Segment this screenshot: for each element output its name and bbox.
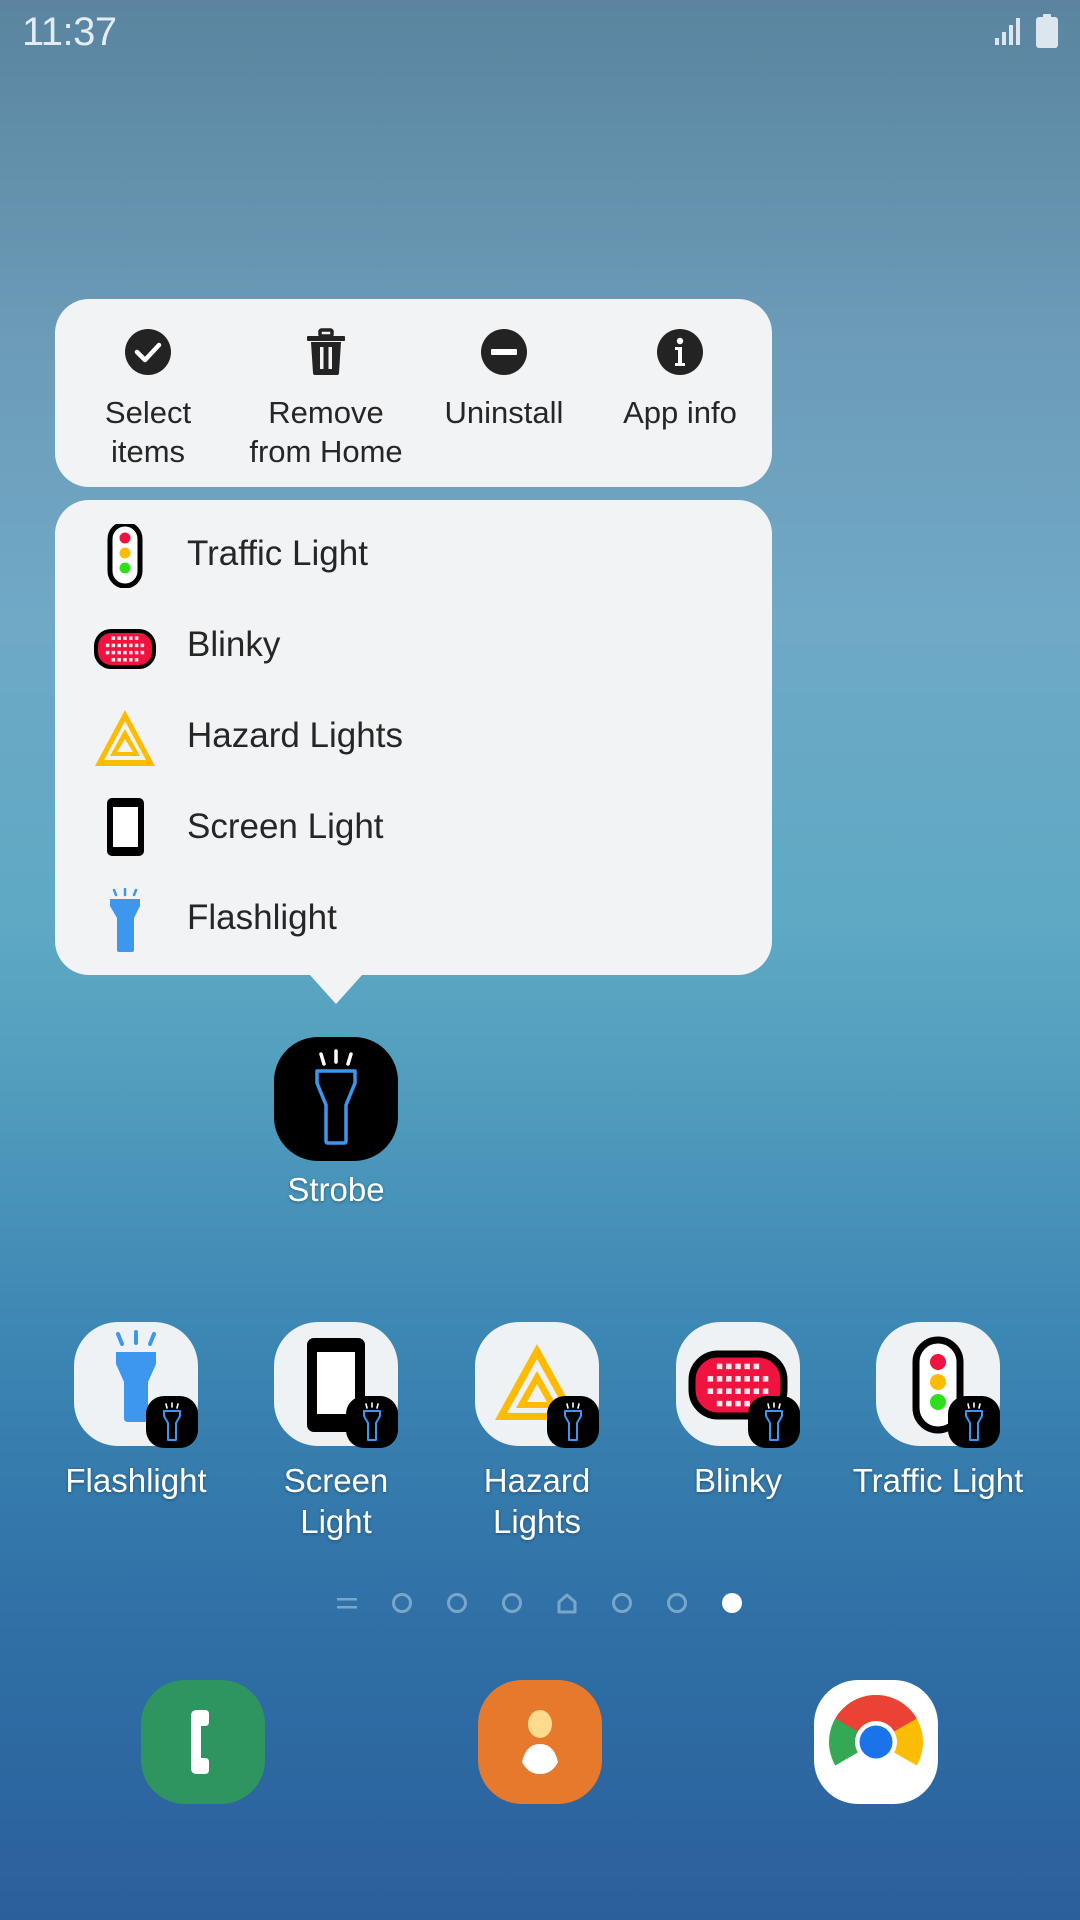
menu-pointer: [309, 974, 363, 1004]
flashlight-icon: [110, 888, 140, 952]
blinky-icon: [94, 629, 156, 669]
app-info-label: App info: [623, 395, 737, 430]
app-options-card: Select items Remove from Home Uninstall Ap…: [55, 299, 772, 487]
uninstall-button[interactable]: Uninstall: [419, 299, 589, 487]
shortcut-hazard-lights[interactable]: Hazard Lights: [55, 692, 772, 783]
page-dot-2[interactable]: [446, 1592, 468, 1614]
app-label: Screen: [283, 1462, 389, 1499]
strobe-flashlight-icon: [315, 1049, 357, 1145]
app-info-button[interactable]: App info: [595, 299, 765, 487]
select-items-label-2: items: [110, 434, 186, 469]
shortcut-label: Screen Light: [187, 807, 384, 846]
remove-from-home-button[interactable]: Remove from Home: [241, 299, 411, 487]
app-label: Blinky: [693, 1462, 783, 1499]
page-dot-current[interactable]: [721, 1592, 743, 1614]
app-label: Flashlight: [65, 1462, 207, 1499]
contact-person-icon: [522, 1710, 558, 1774]
remove-label-2: from Home: [249, 434, 403, 469]
remove-label-1: Remove: [268, 395, 384, 430]
strobe-badge-icon: [948, 1396, 1000, 1448]
page-dot-3[interactable]: [501, 1592, 523, 1614]
phone-handset-icon: [191, 1710, 209, 1774]
app-label-2: Lights: [492, 1503, 582, 1540]
dock-chrome[interactable]: [814, 1680, 938, 1804]
shortcut-label: Flashlight: [187, 898, 337, 937]
app-label: Hazard: [483, 1462, 591, 1499]
shortcut-traffic-light[interactable]: Traffic Light: [55, 510, 772, 601]
app-label: Traffic Light: [852, 1462, 1024, 1499]
shortcut-screen-light[interactable]: Screen Light: [55, 783, 772, 874]
page-dot-6[interactable]: [666, 1592, 688, 1614]
page-indicator: [0, 1588, 1080, 1620]
select-items-button[interactable]: Select items: [63, 299, 233, 487]
battery-full-icon: [1036, 14, 1058, 48]
strobe-app-icon: [274, 1037, 398, 1161]
traffic-light-icon: [107, 524, 143, 588]
shortcut-label: Blinky: [187, 625, 281, 664]
info-circle-icon: [657, 329, 703, 375]
hazard-triangle-icon: [95, 710, 155, 766]
chrome-logo-icon: [829, 1695, 923, 1766]
signal-bars-icon: [995, 18, 1020, 45]
shortcut-flashlight[interactable]: Flashlight: [55, 874, 772, 965]
shortcut-label: Hazard Lights: [187, 716, 403, 755]
strobe-badge-icon: [146, 1396, 198, 1448]
strobe-badge-icon: [547, 1396, 599, 1448]
app-label-2: Light: [300, 1503, 372, 1540]
page-dot-1[interactable]: [391, 1592, 413, 1614]
list-view-indicator-icon[interactable]: [336, 1592, 358, 1614]
dock-phone[interactable]: [141, 1680, 265, 1804]
uninstall-label: Uninstall: [444, 395, 564, 430]
clock: 11:37: [22, 10, 117, 54]
shortcut-label: Traffic Light: [187, 534, 368, 573]
app-label: Strobe: [287, 1171, 385, 1208]
trash-icon: [307, 328, 345, 375]
select-items-label-1: Select: [104, 395, 192, 430]
check-circle-icon: [125, 329, 171, 375]
minus-circle-icon: [481, 329, 527, 375]
strobe-badge-icon: [346, 1396, 398, 1448]
app-shortcuts-card: Traffic Light Blinky Hazard Lights Scree…: [55, 500, 772, 975]
home-page-icon[interactable]: [556, 1592, 578, 1614]
page-dot-5[interactable]: [611, 1592, 633, 1614]
shortcut-blinky[interactable]: Blinky: [55, 601, 772, 692]
status-bar: 11:37: [0, 0, 1080, 64]
phone-screen-icon: [107, 798, 144, 856]
strobe-badge-icon: [748, 1396, 800, 1448]
dock-contacts[interactable]: [478, 1680, 602, 1804]
